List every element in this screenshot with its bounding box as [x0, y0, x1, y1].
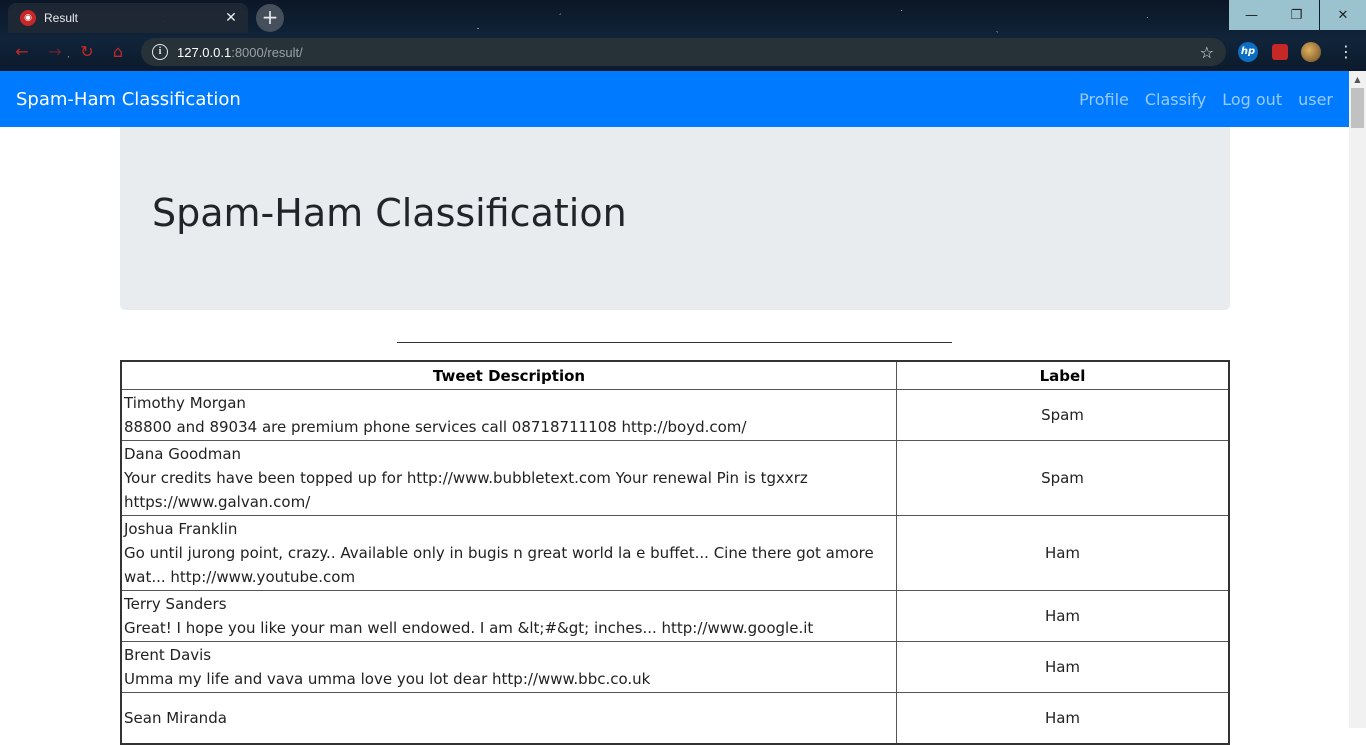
tweet-author: Sean Miranda — [124, 709, 227, 727]
tweet-cell: Timothy Morgan 88800 and 89034 are premi… — [120, 389, 897, 441]
reload-icon[interactable]: ↻ — [77, 42, 97, 62]
nav-link-logout[interactable]: Log out — [1214, 90, 1290, 109]
tweet-cell: Dana Goodman Your credits have been topp… — [120, 440, 897, 516]
label-cell: Ham — [896, 692, 1230, 745]
nav-link-profile[interactable]: Profile — [1071, 90, 1137, 109]
tweet-cell: Sean Miranda — [120, 692, 897, 745]
browser-menu-icon[interactable]: ⋮ — [1338, 42, 1354, 61]
page-scrollbar[interactable]: ▲ — [1349, 71, 1366, 728]
tweet-author: Joshua Franklin — [124, 520, 238, 538]
table-row: Timothy Morgan 88800 and 89034 are premi… — [120, 389, 1230, 441]
tweet-cell: Terry Sanders Great! I hope you like you… — [120, 590, 897, 642]
tweet-cell: Joshua Franklin Go until jurong point, c… — [120, 515, 897, 591]
label-cell: Spam — [896, 440, 1230, 516]
close-window-button[interactable]: ✕ — [1320, 0, 1366, 30]
back-icon[interactable]: ← — [12, 42, 32, 62]
restore-window-button[interactable]: ❐ — [1274, 0, 1319, 30]
nav-links: Profile Classify Log out user — [1071, 90, 1341, 109]
tab-title: Result — [44, 11, 79, 25]
hp-extension-icon[interactable]: hp — [1238, 42, 1258, 62]
divider — [397, 342, 952, 343]
label-cell: Ham — [896, 590, 1230, 642]
tweet-text: 88800 and 89034 are premium phone servic… — [124, 418, 747, 436]
page-title: Spam-Ham Classification — [152, 191, 627, 235]
label-cell: Ham — [896, 515, 1230, 591]
extension-icon[interactable] — [1272, 44, 1288, 60]
tweet-author: Brent Davis — [124, 646, 212, 664]
tweet-text: Your credits have been topped up for htt… — [124, 469, 808, 511]
url-host: 127.0.0.1 — [177, 44, 232, 60]
table-row: Brent Davis Umma my life and vava umma l… — [120, 641, 1230, 693]
browser-chrome: ◉ Result ✕ + — ❐ ✕ ← → ↻ ⌂ i 127.0.0.1:8… — [0, 0, 1366, 71]
profile-avatar[interactable] — [1301, 42, 1321, 62]
jumbotron: Spam-Ham Classification — [120, 127, 1230, 310]
home-icon[interactable]: ⌂ — [108, 42, 128, 62]
forward-icon[interactable]: → — [45, 42, 65, 62]
scroll-up-arrow-icon[interactable]: ▲ — [1349, 71, 1366, 88]
column-header-description: Tweet Description — [120, 360, 897, 390]
tweet-cell: Brent Davis Umma my life and vava umma l… — [120, 641, 897, 693]
nav-link-user[interactable]: user — [1290, 90, 1341, 109]
tweet-text: Go until jurong point, crazy.. Available… — [124, 544, 874, 586]
scrollbar-thumb[interactable] — [1351, 88, 1364, 128]
table-row: Dana Goodman Your credits have been topp… — [120, 440, 1230, 516]
column-header-label: Label — [896, 360, 1230, 390]
url-text: 127.0.0.1:8000/result/ — [177, 45, 303, 60]
new-tab-button[interactable]: + — [256, 4, 284, 32]
address-bar[interactable]: i 127.0.0.1:8000/result/ ☆ — [141, 38, 1226, 66]
results-table: Tweet Description Label Timothy Morgan 8… — [120, 360, 1230, 745]
table-row: Terry Sanders Great! I hope you like you… — [120, 590, 1230, 642]
navbar-brand[interactable]: Spam-Ham Classification — [16, 89, 241, 110]
navbar: Spam-Ham Classification Profile Classify… — [0, 71, 1349, 127]
tweet-author: Timothy Morgan — [124, 394, 246, 412]
nav-link-classify[interactable]: Classify — [1137, 90, 1214, 109]
bookmark-star-icon[interactable]: ☆ — [1200, 43, 1214, 62]
table-row: Sean Miranda Ham — [120, 692, 1230, 745]
label-cell: Ham — [896, 641, 1230, 693]
close-tab-icon[interactable]: ✕ — [220, 10, 242, 26]
browser-tab[interactable]: ◉ Result ✕ — [8, 3, 248, 33]
tweet-text: Umma my life and vava umma love you lot … — [124, 670, 651, 688]
table-header-row: Tweet Description Label — [120, 360, 1230, 390]
tweet-text: Great! I hope you like your man well end… — [124, 619, 814, 637]
info-icon[interactable]: i — [152, 44, 168, 60]
tweet-author: Terry Sanders — [124, 595, 227, 613]
url-path: :8000/result/ — [231, 44, 303, 60]
tweet-author: Dana Goodman — [124, 445, 242, 463]
minimize-window-button[interactable]: — — [1229, 0, 1274, 30]
label-cell: Spam — [896, 389, 1230, 441]
django-icon: ◉ — [20, 10, 36, 26]
table-row: Joshua Franklin Go until jurong point, c… — [120, 515, 1230, 591]
